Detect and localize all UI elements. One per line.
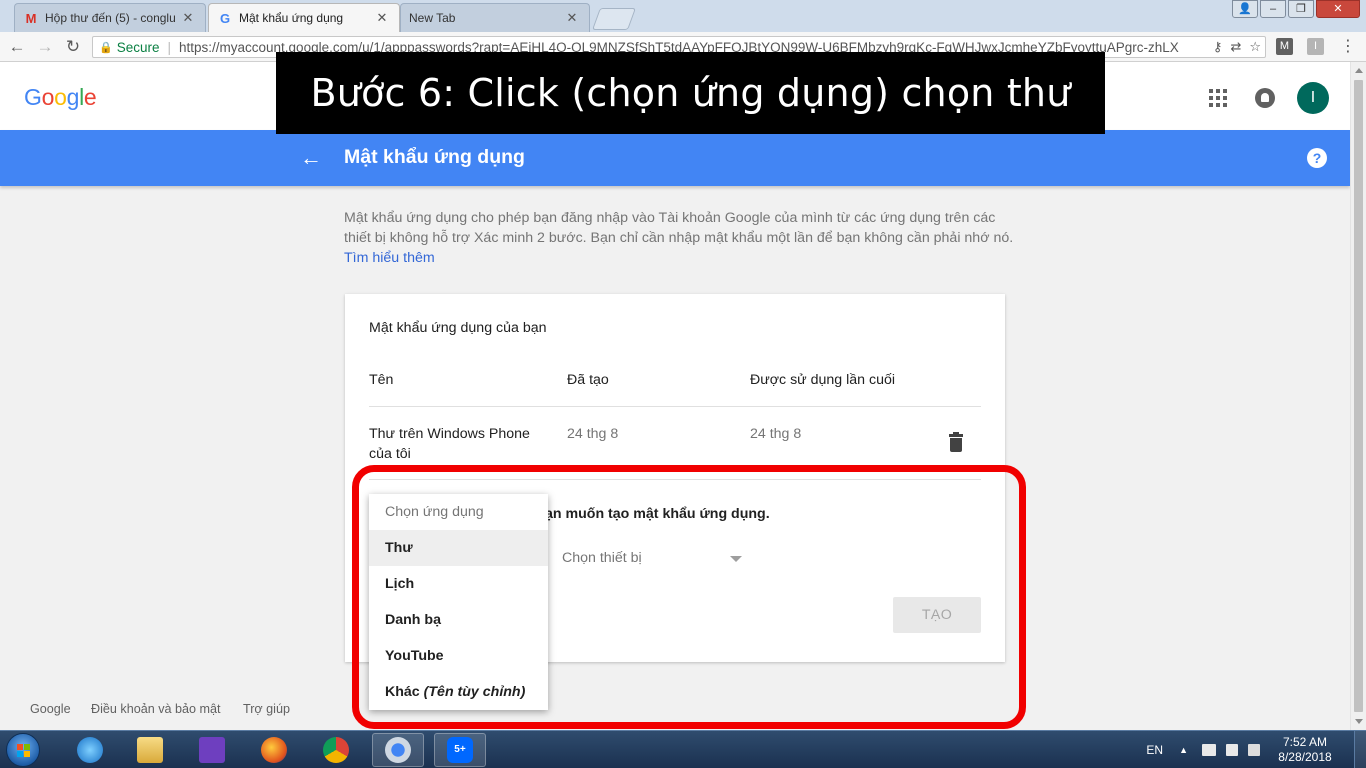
file-explorer-icon[interactable] — [124, 733, 176, 767]
tab-title: Mật khẩu ứng dụng — [239, 11, 344, 25]
page-scrollbar[interactable] — [1350, 62, 1366, 730]
reload-button[interactable]: ↻ — [62, 36, 84, 58]
window-controls: 👤 ‒ ❐ ✕ — [1232, 0, 1360, 18]
menu-item-other-label: Khác — [385, 684, 420, 700]
lock-icon: 🔒 — [99, 41, 113, 54]
minimize-button[interactable]: ‒ — [1260, 0, 1286, 18]
browser-menu-icon[interactable]: ⋮ — [1340, 37, 1356, 57]
google-logo-text: Google — [24, 84, 97, 110]
system-tray: EN ▲ 7:52 AM 8/28/2018 — [1146, 731, 1366, 768]
column-header-created: Đã tạo — [567, 372, 609, 388]
menu-item-calendar[interactable]: Lịch — [369, 566, 548, 602]
row-created: 24 thg 8 — [567, 426, 619, 442]
language-indicator[interactable]: EN — [1146, 743, 1163, 757]
clock[interactable]: 7:52 AM 8/28/2018 — [1270, 735, 1340, 765]
clock-date: 8/28/2018 — [1278, 750, 1332, 764]
menu-item-other[interactable]: Khác (Tên tùy chỉnh) — [369, 674, 548, 710]
visual-studio-icon[interactable] — [186, 733, 238, 767]
help-icon[interactable]: ? — [1307, 148, 1327, 168]
bookmark-star-icon[interactable]: ☆ — [1249, 39, 1261, 55]
card-title: Mật khẩu ứng dụng của bạn — [369, 320, 547, 336]
google-icon: G — [219, 10, 231, 26]
column-header-name: Tên — [369, 372, 394, 388]
zalo-badge: 5+ — [447, 737, 473, 763]
clock-time: 7:52 AM — [1282, 735, 1328, 749]
network-icon[interactable] — [1202, 744, 1216, 756]
close-tab-icon[interactable]: ✕ — [181, 10, 195, 26]
show-desktop-button[interactable] — [1354, 731, 1366, 768]
avatar[interactable]: I — [1297, 82, 1329, 114]
app-bar: ← Mật khẩu ứng dụng ? — [0, 130, 1350, 186]
address-separator: | — [167, 39, 171, 55]
menu-item-other-hint: (Tên tùy chỉnh) — [423, 684, 526, 700]
tab-title: New Tab — [409, 11, 456, 25]
maximize-button[interactable]: ❐ — [1288, 0, 1314, 18]
step-instruction-banner: Bước 6: Click (chọn ứng dụng) chọn thư — [276, 52, 1105, 134]
back-button[interactable]: ← — [6, 36, 28, 58]
tab-gmail-inbox[interactable]: M Hộp thư đến (5) - conglu ✕ — [14, 3, 206, 32]
column-header-last-used: Được sử dụng lần cuối — [750, 372, 896, 388]
back-arrow-icon[interactable]: ← — [300, 144, 322, 172]
header-divider — [369, 406, 981, 407]
device-placeholder: Chọn thiết bị — [562, 550, 642, 566]
row-divider — [369, 479, 981, 480]
secure-label: Secure — [116, 39, 160, 55]
firefox-icon[interactable] — [248, 733, 300, 767]
tab-app-passwords[interactable]: G Mật khẩu ứng dụng ✕ — [208, 3, 400, 32]
google-logo[interactable]: Google — [24, 84, 97, 111]
scroll-down-icon[interactable] — [1355, 719, 1363, 724]
key-icon[interactable]: ⚷ — [1213, 39, 1223, 55]
extension-i-icon[interactable]: I — [1307, 38, 1324, 55]
tab-new-tab[interactable]: New Tab ✕ — [400, 3, 590, 32]
zalo-icon[interactable]: 5+ — [434, 733, 486, 767]
menu-item-mail[interactable]: Thư — [369, 530, 548, 566]
extension-m-icon[interactable]: M — [1276, 38, 1293, 55]
menu-item-youtube[interactable]: YouTube — [369, 638, 548, 674]
menu-item-contacts[interactable]: Danh bạ — [369, 602, 548, 638]
create-button[interactable]: TẠO — [893, 597, 981, 633]
new-tab-button[interactable] — [591, 8, 637, 30]
scroll-up-icon[interactable] — [1355, 68, 1363, 73]
start-button[interactable] — [6, 733, 40, 767]
address-bar-actions: ⚷ ⇄ ☆ — [1206, 39, 1261, 55]
delete-trash-icon[interactable] — [949, 432, 963, 452]
page-content: Google I ← Mật khẩu ứng dụng ? Mật khẩu … — [0, 62, 1350, 730]
page-title: Mật khẩu ứng dụng — [344, 146, 525, 168]
row-app-name: Thư trên Windows Phone của tôi — [369, 426, 530, 462]
user-icon[interactable]: 👤 — [1232, 0, 1258, 18]
select-device-dropdown[interactable]: Chọn thiết bị — [562, 550, 742, 578]
dropdown-caret-icon — [730, 556, 742, 562]
row-last-used: 24 thg 8 — [750, 426, 802, 442]
menu-header-select-app[interactable]: Chọn ứng dụng — [369, 494, 548, 530]
tab-title: Hộp thư đến (5) - conglu — [45, 11, 176, 25]
scroll-thumb[interactable] — [1354, 80, 1363, 712]
forward-button[interactable]: → — [34, 36, 56, 58]
generate-instruction: ạn muốn tạo mật khẩu ứng dụng. — [545, 506, 770, 522]
intro-body: Mật khẩu ứng dụng cho phép bạn đăng nhập… — [344, 210, 1014, 246]
footer-google-link[interactable]: Google — [30, 702, 71, 716]
volume-icon[interactable] — [1248, 744, 1260, 756]
footer-help-link[interactable]: Trợ giúp — [243, 702, 290, 716]
windows-taskbar: 5+ EN ▲ 7:52 AM 8/28/2018 — [0, 730, 1366, 768]
internet-explorer-icon[interactable] — [64, 733, 116, 767]
close-window-button[interactable]: ✕ — [1316, 0, 1360, 18]
apps-grid-icon[interactable] — [1209, 89, 1227, 107]
chrome-running-icon[interactable] — [372, 733, 424, 767]
footer-terms-link[interactable]: Điều khoản và bảo mật — [91, 702, 221, 716]
tab-strip: M Hộp thư đến (5) - conglu ✕ G Mật khẩu … — [0, 0, 1366, 32]
translate-icon[interactable]: ⇄ — [1230, 39, 1241, 55]
signal-icon[interactable] — [1226, 744, 1238, 756]
close-tab-icon[interactable]: ✕ — [375, 10, 389, 26]
chrome-icon[interactable] — [310, 733, 362, 767]
learn-more-link[interactable]: Tìm hiểu thêm — [344, 250, 435, 266]
intro-text: Mật khẩu ứng dụng cho phép bạn đăng nhập… — [344, 208, 1014, 268]
close-tab-icon[interactable]: ✕ — [565, 10, 579, 26]
show-hidden-icons[interactable]: ▲ — [1179, 745, 1188, 755]
notifications-bell-icon[interactable] — [1255, 88, 1275, 108]
gmail-icon: M — [25, 10, 37, 26]
select-app-menu: Chọn ứng dụng Thư Lịch Danh bạ YouTube K… — [369, 494, 548, 710]
